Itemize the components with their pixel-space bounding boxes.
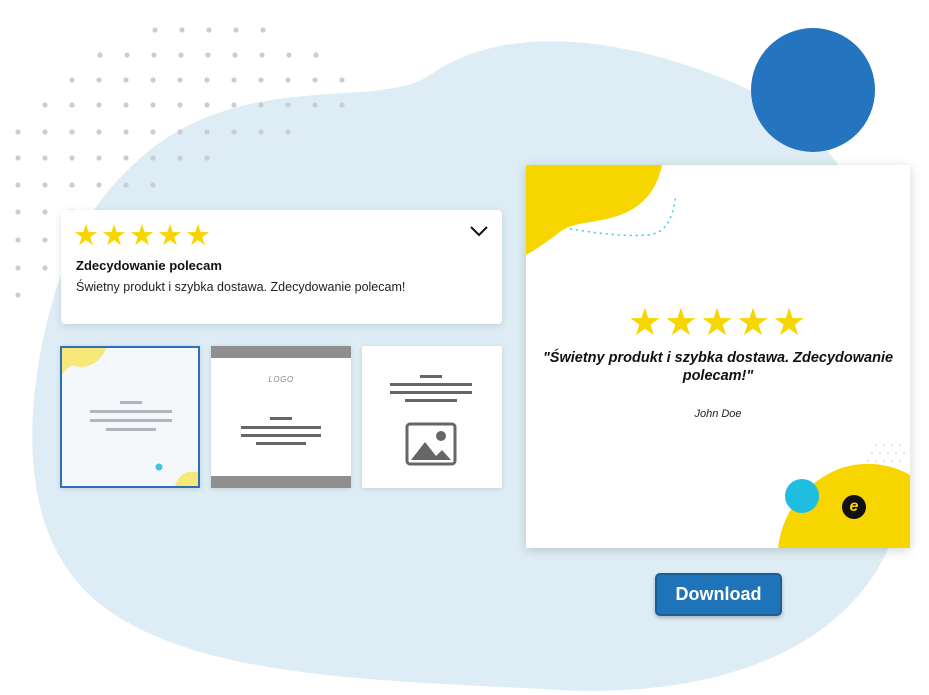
template-option-logo[interactable]: LOGO: [211, 346, 351, 488]
preview-author: John Doe: [694, 408, 742, 420]
template-logo-art: [211, 346, 351, 488]
image-placeholder-icon: [405, 422, 457, 466]
template-option-image[interactable]: [362, 346, 502, 488]
preview-quote: "Świetny produkt i szybka dostawa. Zdecy…: [542, 350, 894, 384]
review-body: Świetny produkt i szybka dostawa. Zdecyd…: [76, 280, 406, 294]
star-icon[interactable]: ★: [73, 220, 99, 250]
download-button[interactable]: Download: [655, 573, 782, 616]
star-icon[interactable]: ★: [157, 220, 183, 250]
star-rating[interactable]: ★ ★ ★ ★ ★: [73, 220, 211, 250]
brand-badge-icon: e: [842, 495, 866, 519]
template-blob-art: [62, 348, 198, 486]
preview-star-rating: ★★★★★: [627, 300, 809, 344]
template-option-blob[interactable]: [60, 346, 200, 488]
blue-circle-decoration: [751, 28, 875, 152]
review-card: ★ ★ ★ ★ ★ Zdecydowanie polecam Świetny p…: [61, 210, 502, 324]
star-icon[interactable]: ★: [185, 220, 211, 250]
star-icon[interactable]: ★: [129, 220, 155, 250]
logo-placeholder-text: LOGO: [268, 375, 294, 384]
review-title: Zdecydowanie polecam: [76, 258, 222, 273]
template-image-art: [390, 375, 472, 466]
chevron-down-icon[interactable]: [468, 220, 490, 242]
star-icon[interactable]: ★: [101, 220, 127, 250]
review-preview: ★★★★★ "Świetny produkt i szybka dostawa.…: [526, 165, 910, 548]
